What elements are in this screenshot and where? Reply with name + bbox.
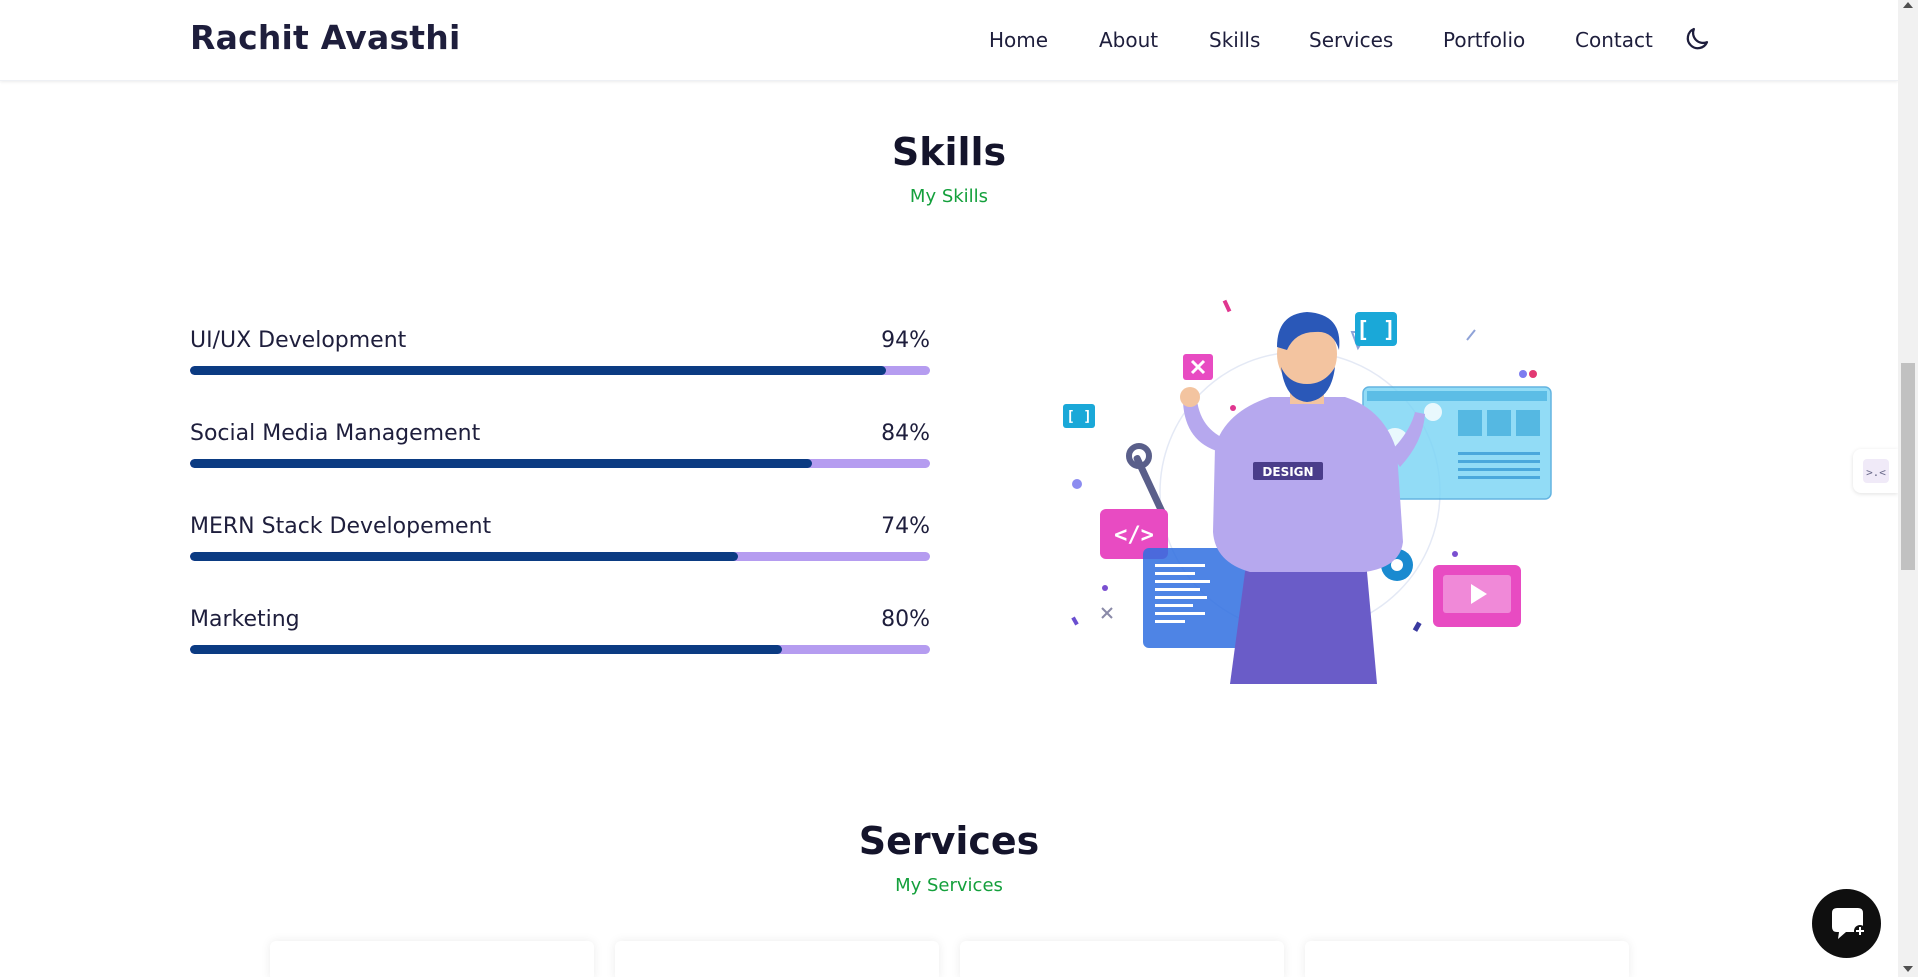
- skill-percent: 80%: [881, 607, 930, 632]
- skill-progress-track: [190, 366, 930, 375]
- nav-home[interactable]: Home: [989, 28, 1048, 52]
- svg-text:[ ]: [ ]: [1066, 409, 1091, 425]
- skills-subtitle: My Skills: [909, 186, 989, 207]
- skill-name: Social Media Management: [190, 421, 481, 446]
- skill-name: UI/UX Development: [190, 328, 407, 353]
- svg-text:</>: </>: [1114, 523, 1154, 548]
- moon-icon[interactable]: [1682, 24, 1712, 54]
- skill-progress-track: [190, 645, 930, 654]
- code-arrows-icon: >.<: [1863, 459, 1889, 483]
- service-card[interactable]: [615, 941, 939, 977]
- scroll-up-arrow-icon[interactable]: [1903, 2, 1913, 8]
- scroll-down-arrow-icon[interactable]: [1903, 966, 1913, 972]
- service-card[interactable]: [270, 941, 594, 977]
- services-subtitle: My Services: [895, 875, 1003, 896]
- design-badge-text: DESIGN: [1262, 465, 1313, 479]
- skill-item: Marketing 80%: [190, 607, 930, 667]
- scrollbar[interactable]: [1898, 0, 1918, 977]
- skill-item: MERN Stack Developement 74%: [190, 514, 930, 574]
- skill-progress-fill: [190, 552, 738, 561]
- skill-progress-fill: [190, 366, 886, 375]
- skill-name: MERN Stack Developement: [190, 514, 492, 539]
- nav-portfolio[interactable]: Portfolio: [1443, 28, 1525, 52]
- skill-percent: 74%: [881, 514, 930, 539]
- skill-name: Marketing: [190, 607, 300, 632]
- navbar: Rachit Avasthi Home About Skills Service…: [0, 0, 1898, 81]
- skill-item: Social Media Management 84%: [190, 421, 930, 481]
- chat-widget-button[interactable]: [1812, 889, 1881, 958]
- skill-item: UI/UX Development 94%: [190, 328, 930, 388]
- service-card[interactable]: [1305, 941, 1629, 977]
- brand-logo[interactable]: Rachit Avasthi: [190, 18, 460, 57]
- designer-illustration: [ ] [ ] </> DESIGN: [1063, 299, 1552, 684]
- scrollbar-thumb[interactable]: [1901, 363, 1915, 570]
- svg-text:[ ]: [ ]: [1356, 318, 1396, 343]
- nav-skills[interactable]: Skills: [1209, 28, 1260, 52]
- skill-progress-track: [190, 552, 930, 561]
- services-title: Services: [858, 819, 1040, 863]
- skill-progress-track: [190, 459, 930, 468]
- skill-percent: 84%: [881, 421, 930, 446]
- nav-about[interactable]: About: [1099, 28, 1158, 52]
- nav-contact[interactable]: Contact: [1575, 28, 1653, 52]
- service-card[interactable]: [960, 941, 1284, 977]
- skill-progress-fill: [190, 459, 812, 468]
- skill-progress-fill: [190, 645, 782, 654]
- skill-percent: 94%: [881, 328, 930, 353]
- side-extension-tab[interactable]: >.<: [1853, 449, 1898, 493]
- chat-bubble-icon: [1832, 908, 1866, 939]
- nav-services[interactable]: Services: [1309, 28, 1393, 52]
- svg-text:>.<: >.<: [1866, 466, 1886, 479]
- skills-title: Skills: [891, 130, 1007, 174]
